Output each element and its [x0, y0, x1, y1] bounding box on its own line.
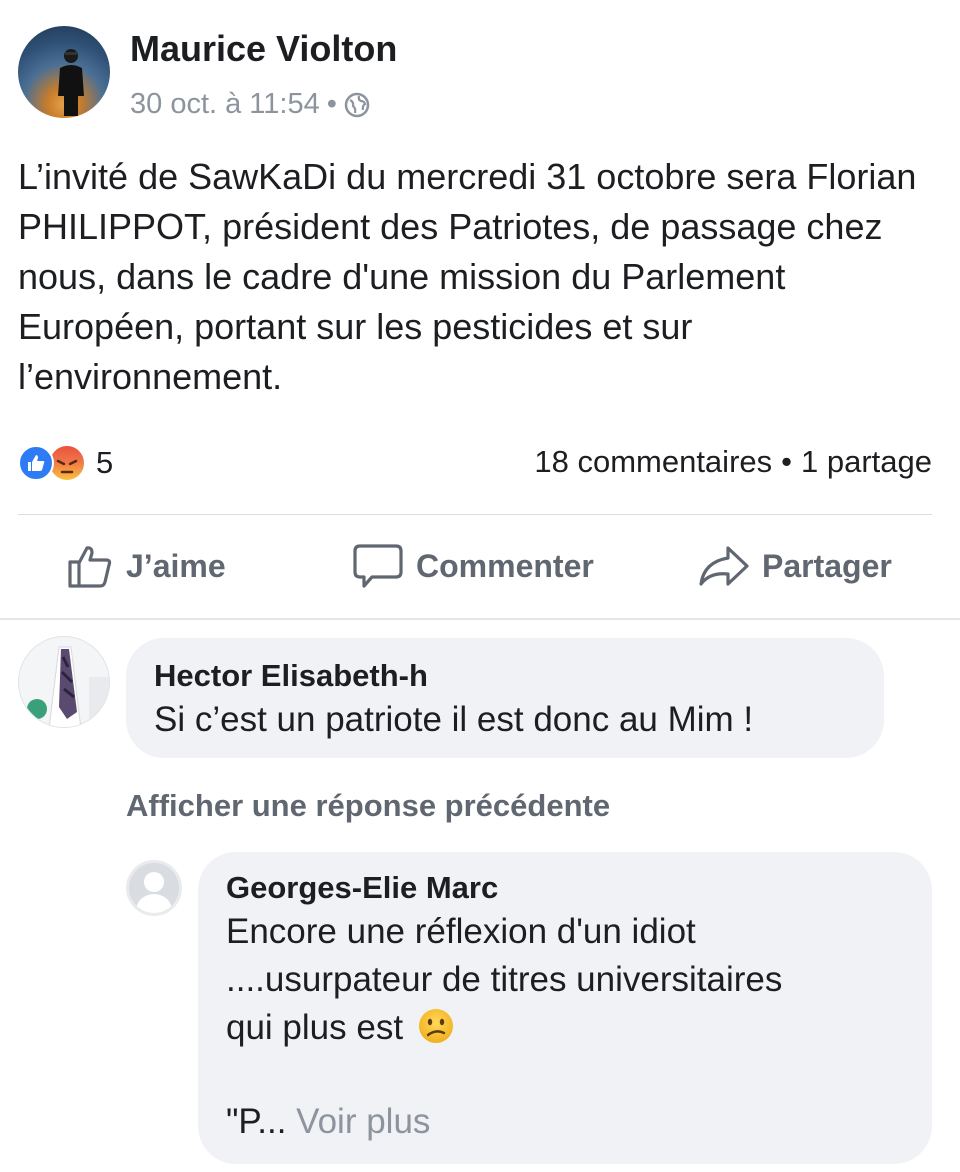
reply-bubble[interactable]: Georges-Elie Marc Encore une réflexion d… — [198, 852, 932, 1164]
author-avatar[interactable] — [18, 26, 110, 118]
post-body-text: L’invité de SawKaDi du mercredi 31 octob… — [18, 156, 917, 397]
comment-text: Si c’est un patriote il est donc au Mim … — [154, 700, 754, 739]
meta-separator: • — [326, 88, 337, 120]
commenter-avatar[interactable] — [18, 636, 110, 728]
avatar-person-silhouette — [58, 49, 84, 116]
speech-bubble-icon — [353, 544, 403, 588]
thumbs-up-icon — [68, 546, 112, 588]
post-stats: 5 18 commentaires • 1 partage — [18, 440, 932, 484]
comment-bubble[interactable]: Hector Elisabeth-h Si c’est un patriote … — [126, 638, 884, 758]
reply-line-2: ....usurpateur de titres universitaires — [226, 960, 783, 999]
divider — [18, 514, 932, 515]
reply-line-3: qui plus est — [226, 1008, 404, 1047]
reply-truncated: "P... — [226, 1102, 287, 1141]
default-avatar[interactable] — [126, 860, 182, 916]
reply-line-3-wrap: qui plus est — [226, 1004, 904, 1052]
comment-author[interactable]: Hector Elisabeth-h — [154, 656, 856, 696]
reply-author[interactable]: Georges-Elie Marc — [226, 868, 904, 908]
reaction-count: 5 — [96, 445, 114, 480]
confused-emoji-icon — [418, 1009, 453, 1043]
like-reaction-icon — [18, 445, 54, 481]
avatar-photo — [19, 637, 109, 727]
share-button[interactable]: Partager — [698, 536, 892, 596]
like-label: J’aime — [126, 547, 226, 584]
comment-button[interactable]: Commenter — [352, 536, 594, 596]
see-more-link[interactable]: Voir plus — [296, 1102, 430, 1141]
post-author-name[interactable]: Maurice Violton — [130, 28, 397, 70]
default-person-icon — [129, 863, 179, 913]
reply-truncated-wrap: "P... Voir plus — [226, 1098, 904, 1146]
share-label: Partager — [762, 547, 892, 584]
show-previous-reply-link[interactable]: Afficher une réponse précédente — [126, 788, 610, 824]
like-button[interactable]: J’aime — [66, 536, 226, 596]
reply-line-1: Encore une réflexion d'un idiot — [226, 912, 696, 951]
post-meta: 30 oct. à 11:54 • — [130, 88, 370, 121]
post-date[interactable]: 30 oct. à 11:54 — [130, 88, 320, 121]
engagement-counts: 18 commentaires • 1 partage — [534, 444, 932, 480]
stats-separator: • — [781, 444, 792, 479]
shares-count[interactable]: 1 partage — [801, 444, 932, 480]
reactions-summary[interactable]: 5 — [18, 444, 113, 482]
comment-label: Commenter — [416, 547, 594, 584]
section-divider — [0, 618, 960, 620]
globe-icon[interactable] — [344, 92, 370, 118]
comments-count[interactable]: 18 commentaires — [534, 444, 772, 480]
post-header: Maurice Violton 30 oct. à 11:54 • — [18, 24, 918, 120]
post-action-bar: J’aime Commenter Partager — [0, 536, 960, 596]
share-arrow-icon — [699, 546, 749, 586]
